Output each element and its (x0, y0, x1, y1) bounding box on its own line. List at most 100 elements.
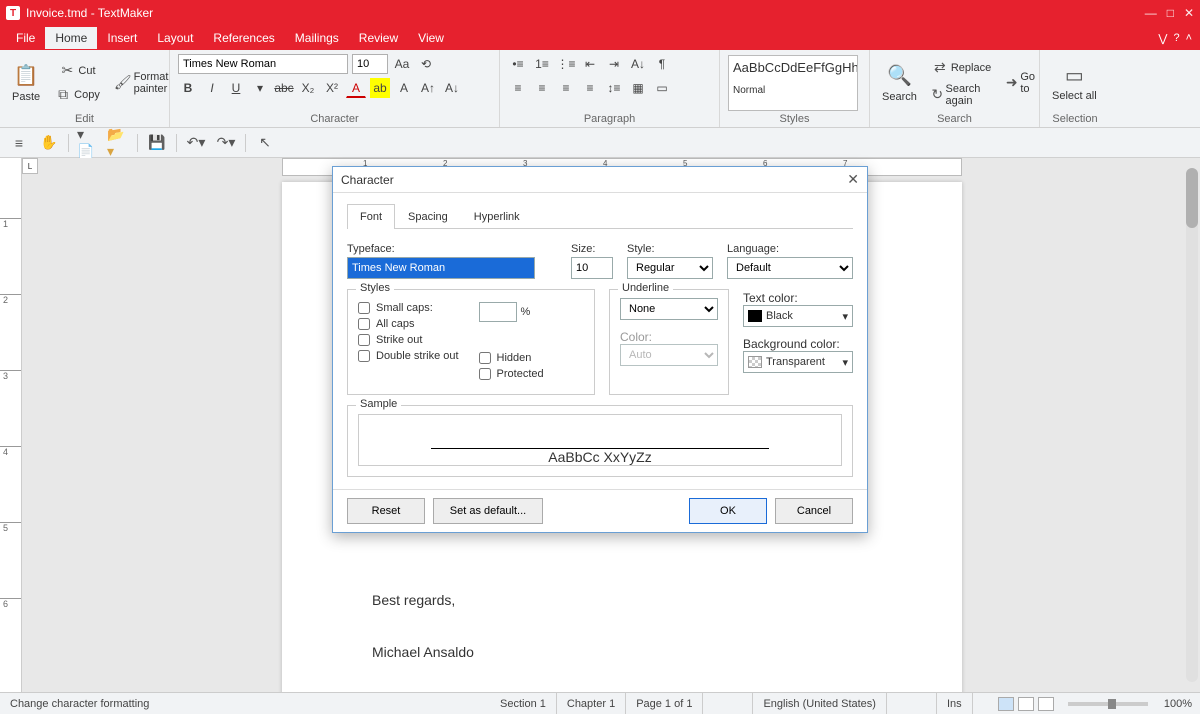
status-language[interactable]: English (United States) (753, 693, 887, 714)
menu-insert[interactable]: Insert (97, 27, 147, 49)
tab-hyperlink[interactable]: Hyperlink (461, 204, 533, 229)
double-strike-checkbox[interactable] (358, 350, 370, 362)
strike-checkbox[interactable] (358, 334, 370, 346)
menu-view[interactable]: View (408, 27, 454, 49)
help-icon[interactable]: ⋁ (1158, 32, 1167, 45)
new-doc-icon[interactable]: ▾📄 (77, 132, 99, 154)
ruler-corner[interactable]: L (22, 158, 38, 174)
superscript-button[interactable]: X² (322, 78, 342, 98)
underline-select[interactable]: None (620, 298, 718, 320)
minimize-button[interactable]: — (1145, 6, 1157, 20)
bg-color-select[interactable]: Transparent ▾ (743, 351, 853, 373)
search-button[interactable]: 🔍 Search (878, 61, 921, 105)
bullets-button[interactable]: •≡ (508, 54, 528, 74)
zoom-slider[interactable] (1068, 702, 1148, 706)
status-ins-mode[interactable]: Ins (937, 693, 973, 714)
all-caps-checkbox[interactable] (358, 318, 370, 330)
help-question-icon[interactable]: ? (1173, 32, 1179, 45)
subscript-button[interactable]: X₂ (298, 78, 318, 98)
typeface-input[interactable] (347, 257, 535, 279)
undo-icon[interactable]: ↶▾ (185, 132, 207, 154)
open-doc-icon[interactable]: 📂▾ (107, 132, 129, 154)
dropdown-icon[interactable]: ▾ (250, 78, 270, 98)
underline-button[interactable]: U (226, 78, 246, 98)
format-painter-button[interactable]: 🖌 Format painter (110, 69, 173, 97)
menu-file[interactable]: File (6, 27, 45, 49)
grow-font-button[interactable]: A↑ (418, 78, 438, 98)
size-input[interactable] (571, 257, 613, 279)
scroll-thumb[interactable] (1186, 168, 1198, 228)
show-marks-button[interactable]: ¶ (652, 54, 672, 74)
close-button[interactable]: ✕ (1184, 6, 1194, 20)
reset-button[interactable]: Reset (347, 498, 425, 524)
hidden-checkbox[interactable] (479, 352, 491, 364)
view-outline-icon[interactable] (1038, 697, 1054, 711)
line-spacing-button[interactable]: ↕≡ (604, 78, 624, 98)
text-color-select[interactable]: Black ▾ (743, 305, 853, 327)
bold-button[interactable]: B (178, 78, 198, 98)
vertical-scrollbar[interactable] (1186, 168, 1198, 682)
change-case-icon[interactable]: Aa (392, 54, 412, 74)
borders-button[interactable]: ▭ (652, 78, 672, 98)
font-size-selector[interactable] (352, 54, 388, 74)
increase-indent-button[interactable]: ⇥ (604, 54, 624, 74)
align-left-button[interactable]: ≡ (508, 78, 528, 98)
align-center-button[interactable]: ≡ (532, 78, 552, 98)
menu-references[interactable]: References (203, 27, 284, 49)
hand-tool-icon[interactable]: ✋ (38, 132, 60, 154)
set-default-button[interactable]: Set as default... (433, 498, 543, 524)
shading-button[interactable]: ▦ (628, 78, 648, 98)
font-color-button[interactable]: A (346, 78, 366, 98)
font-selector[interactable] (178, 54, 348, 74)
pointer-icon[interactable]: ↖ (254, 132, 276, 154)
small-caps-pct-input[interactable] (479, 302, 517, 322)
font-effects-button[interactable]: A (394, 78, 414, 98)
ok-button[interactable]: OK (689, 498, 767, 524)
align-right-button[interactable]: ≡ (556, 78, 576, 98)
save-icon[interactable]: 💾 (146, 132, 168, 154)
menu-review[interactable]: Review (349, 27, 408, 49)
strike-button[interactable]: abc (274, 78, 294, 98)
style-preview[interactable]: AaBbCcDdEeFfGgHh Normal (728, 55, 858, 111)
goto-button[interactable]: ➜ Go to (1001, 69, 1044, 97)
shrink-font-button[interactable]: A↓ (442, 78, 462, 98)
zoom-value[interactable]: 100% (1156, 698, 1200, 710)
redo-icon[interactable]: ↷▾ (215, 132, 237, 154)
language-select[interactable]: Default (727, 257, 853, 279)
menu-mailings[interactable]: Mailings (285, 27, 349, 49)
replace-button[interactable]: ⇄ Replace (927, 57, 995, 79)
collapse-ribbon-icon[interactable]: ˄ (1186, 32, 1192, 45)
cut-button[interactable]: ✂ Cut (50, 60, 104, 82)
clear-formatting-icon[interactable]: ⟲ (416, 54, 436, 74)
view-normal-icon[interactable] (998, 697, 1014, 711)
sort-button[interactable]: A↓ (628, 54, 648, 74)
strike-label: Strike out (376, 334, 422, 346)
numbering-button[interactable]: 1≡ (532, 54, 552, 74)
italic-button[interactable]: I (202, 78, 222, 98)
style-select[interactable]: Regular (627, 257, 713, 279)
multilevel-button[interactable]: ⋮≡ (556, 54, 576, 74)
zoom-slider-thumb[interactable] (1108, 699, 1116, 709)
view-master-icon[interactable] (1018, 697, 1034, 711)
menu-home[interactable]: Home (45, 27, 97, 49)
menu-layout[interactable]: Layout (147, 27, 203, 49)
maximize-button[interactable]: □ (1167, 6, 1174, 20)
cancel-button[interactable]: Cancel (775, 498, 853, 524)
small-caps-checkbox[interactable] (358, 302, 370, 314)
sample-label: Sample (356, 398, 401, 410)
toggle-sidebar-icon[interactable]: ≡ (8, 132, 30, 154)
dialog-close-icon[interactable]: ✕ (847, 171, 859, 188)
copy-button[interactable]: ⧉ Copy (50, 84, 104, 106)
decrease-indent-button[interactable]: ⇤ (580, 54, 600, 74)
justify-button[interactable]: ≡ (580, 78, 600, 98)
style-label: Style: (627, 243, 713, 255)
menu-bar: File Home Insert Layout References Maili… (0, 26, 1200, 50)
tab-spacing[interactable]: Spacing (395, 204, 461, 229)
highlight-button[interactable]: ab (370, 78, 390, 98)
paste-button[interactable]: 📋 Paste (8, 61, 44, 105)
search-again-button[interactable]: ↻ Search again (927, 81, 995, 109)
select-all-button[interactable]: ▭ Select all (1048, 60, 1101, 104)
protected-checkbox[interactable] (479, 368, 491, 380)
tab-font[interactable]: Font (347, 204, 395, 229)
paragraph-group-label: Paragraph (508, 111, 711, 125)
